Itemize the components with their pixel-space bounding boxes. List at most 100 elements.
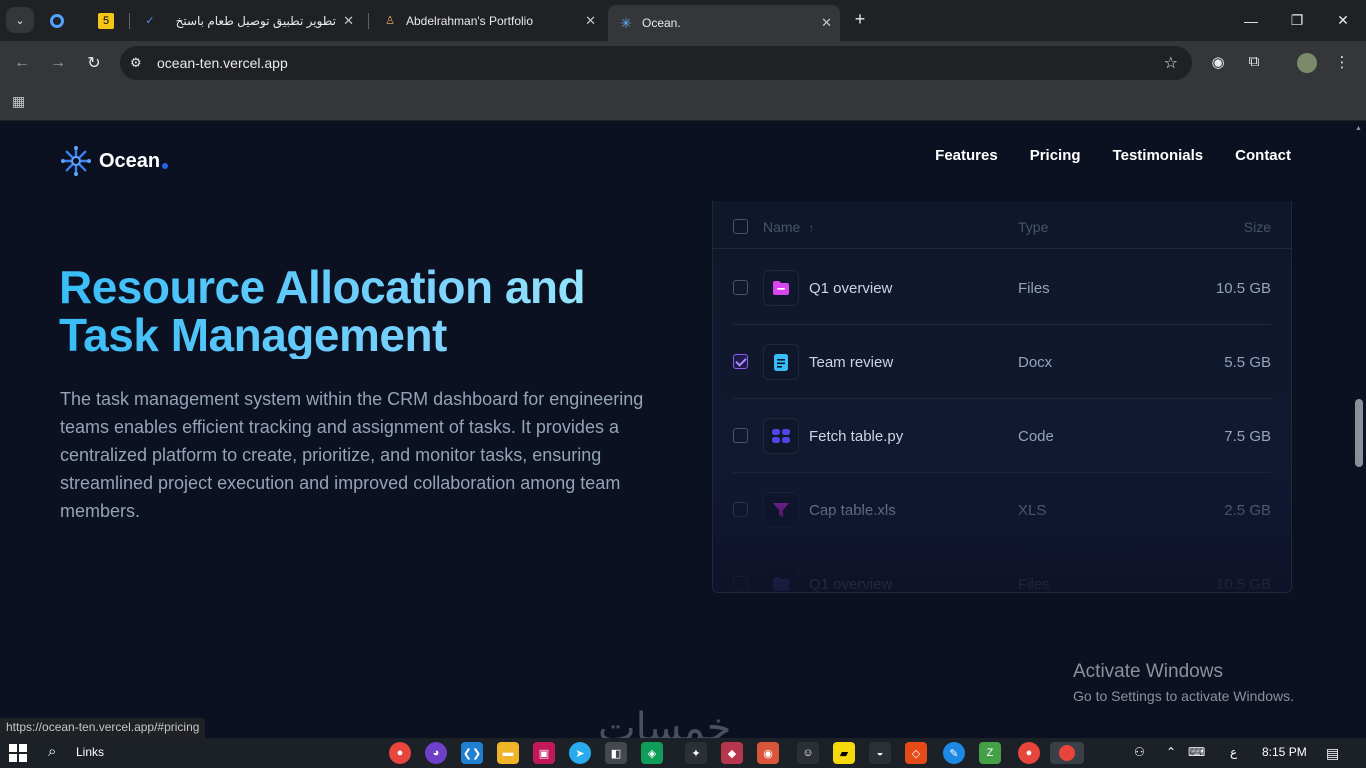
site-info-icon[interactable]: ⚙ xyxy=(130,55,142,71)
row-checkbox[interactable] xyxy=(733,428,748,443)
site-logo[interactable]: Ocean xyxy=(60,145,169,177)
sticky-notes-icon[interactable]: ▰ xyxy=(833,742,855,764)
app-icon[interactable]: ◒ xyxy=(869,742,891,764)
telegram-icon[interactable]: ➤ xyxy=(569,742,591,764)
header-type[interactable]: Type xyxy=(1018,219,1048,235)
chrome-icon[interactable]: ● xyxy=(1018,742,1040,764)
app-icon[interactable]: Z xyxy=(979,742,1001,764)
table-row[interactable]: Cap table.xls XLS 2.5 GB xyxy=(733,473,1271,547)
header-size[interactable]: Size xyxy=(1244,219,1271,235)
page-scrollbar[interactable]: ▲ xyxy=(1352,121,1366,738)
row-checkbox-checked[interactable] xyxy=(733,354,748,369)
eye-extension-icon[interactable]: ◉ xyxy=(1207,53,1229,71)
menu-kebab-icon[interactable]: ⋮ xyxy=(1331,53,1353,71)
vscode-icon[interactable]: ❮❯ xyxy=(461,742,483,764)
url-text: ocean-ten.vercel.app xyxy=(157,55,288,71)
page-content: Ocean Features Pricing Testimonials Cont… xyxy=(0,121,1352,738)
logo-text: Ocean xyxy=(99,149,161,172)
forward-button[interactable]: → xyxy=(46,51,70,75)
close-window-button[interactable]: ✕ xyxy=(1320,0,1366,41)
table-row[interactable]: Fetch table.py Code 7.5 GB xyxy=(733,399,1271,473)
people-icon[interactable]: ⚇ xyxy=(1134,745,1145,759)
bookmarks-bar: ▦ xyxy=(0,85,1366,121)
nav-features[interactable]: Features xyxy=(935,147,998,164)
tab-ocean[interactable]: ✳ Ocean. ✕ xyxy=(608,5,840,41)
nav-pricing[interactable]: Pricing xyxy=(1030,147,1081,164)
github-icon[interactable]: ◕ xyxy=(425,742,447,764)
row-checkbox[interactable] xyxy=(733,576,748,591)
chrome-active-icon[interactable] xyxy=(1050,742,1084,764)
app-icon[interactable]: ◆ xyxy=(721,742,743,764)
bookmark-star-icon[interactable]: ☆ xyxy=(1164,53,1178,73)
windows-start-icon[interactable] xyxy=(9,744,27,762)
reload-button[interactable]: ↻ xyxy=(82,51,106,75)
language-indicator[interactable]: ع xyxy=(1230,745,1237,759)
activate-title: Activate Windows xyxy=(1073,661,1223,682)
table-row[interactable]: Team review Docx 5.5 GB xyxy=(733,325,1271,399)
nav-contact[interactable]: Contact xyxy=(1235,147,1291,164)
tab-portfolio[interactable]: ♙ Abdelrahman's Portfolio ✕ xyxy=(372,5,604,36)
close-tab-icon[interactable]: ✕ xyxy=(821,15,832,31)
search-icon[interactable]: ⌕ xyxy=(48,743,56,760)
links-toolbar[interactable]: Links xyxy=(76,745,104,759)
hero-description: The task management system within the CR… xyxy=(60,389,644,521)
file-explorer-icon[interactable]: ▬ xyxy=(497,742,519,764)
minimize-button[interactable]: — xyxy=(1228,0,1274,41)
tab-search-button[interactable]: ⌄ xyxy=(6,7,34,33)
file-size: 7.5 GB xyxy=(1224,428,1271,445)
tab-favicon-5: 5 xyxy=(98,12,114,29)
portfolio-icon: ♙ xyxy=(385,15,395,27)
new-tab-button[interactable]: + xyxy=(850,9,870,30)
file-type: Code xyxy=(1018,428,1054,445)
nav-testimonials[interactable]: Testimonials xyxy=(1113,147,1204,164)
ocean-logo-icon xyxy=(61,146,91,176)
apps-grid-icon[interactable]: ▦ xyxy=(12,93,25,110)
keyboard-icon[interactable]: ⌨ xyxy=(1188,745,1205,759)
tray-chevron-icon[interactable]: ⌃ xyxy=(1166,745,1176,759)
scrollbar-thumb[interactable] xyxy=(1355,399,1363,467)
chrome-icon[interactable]: ● xyxy=(389,742,411,764)
file-name: Q1 overview xyxy=(809,576,893,593)
select-all-checkbox[interactable] xyxy=(733,219,748,234)
row-checkbox[interactable] xyxy=(733,502,748,517)
back-button[interactable]: ← xyxy=(10,51,34,75)
main-nav: Features Pricing Testimonials Contact xyxy=(935,147,1291,164)
extensions-icon[interactable]: ⧉ xyxy=(1243,53,1265,70)
check-logo-icon: ✓ xyxy=(145,15,155,27)
document-icon xyxy=(763,344,799,380)
app-icon[interactable]: ✦ xyxy=(685,742,707,764)
table-row[interactable]: Q1 overview Files 10.5 GB xyxy=(733,547,1271,593)
hero-title-line2: Task Management xyxy=(59,309,447,361)
file-size: 10.5 GB xyxy=(1215,280,1271,297)
clock-time[interactable]: 8:15 PM xyxy=(1262,745,1307,759)
header-name[interactable]: Name ↑ xyxy=(763,219,814,235)
app-icon[interactable]: ✎ xyxy=(943,742,965,764)
tab-pinned-1[interactable] xyxy=(40,5,80,36)
profile-avatar[interactable] xyxy=(1296,53,1318,77)
scroll-up-arrow-icon[interactable]: ▲ xyxy=(1355,125,1362,132)
tab-khamsat[interactable]: ✓ تطوير تطبيق توصيل طعام باستخ ✕ xyxy=(132,5,362,36)
tab-pinned-2[interactable]: 5 xyxy=(88,5,128,36)
close-tab-icon[interactable]: ✕ xyxy=(585,13,596,29)
table-header: Name ↑ Type Size xyxy=(713,201,1291,249)
table-row[interactable]: Q1 overview Files 10.5 GB xyxy=(733,251,1271,325)
ocean-favicon-icon: ✳ xyxy=(620,14,632,31)
app-icon[interactable]: ◉ xyxy=(757,742,779,764)
app-icon[interactable]: ☺ xyxy=(797,742,819,764)
activate-subtitle: Go to Settings to activate Windows. xyxy=(1073,688,1294,704)
app-icon[interactable]: ◧ xyxy=(605,742,627,764)
git-icon[interactable]: ◇ xyxy=(905,742,927,764)
close-tab-icon[interactable]: ✕ xyxy=(343,13,354,29)
file-name: Q1 overview xyxy=(809,280,893,297)
row-checkbox[interactable] xyxy=(733,280,748,295)
hero-title: Resource Allocation and Task Management xyxy=(59,263,699,359)
notifications-icon[interactable]: ▤ xyxy=(1326,745,1339,762)
file-name: Fetch table.py xyxy=(809,428,904,445)
address-bar[interactable]: ⚙ ocean-ten.vercel.app ☆ xyxy=(120,46,1192,80)
file-type: Files xyxy=(1018,280,1050,297)
tab-title: تطوير تطبيق توصيل طعام باستخ xyxy=(175,13,336,28)
restore-button[interactable]: ❐ xyxy=(1274,0,1320,41)
app-icon[interactable]: ◈ xyxy=(641,742,663,764)
file-name: Team review xyxy=(809,354,894,371)
app-icon[interactable]: ▣ xyxy=(533,742,555,764)
